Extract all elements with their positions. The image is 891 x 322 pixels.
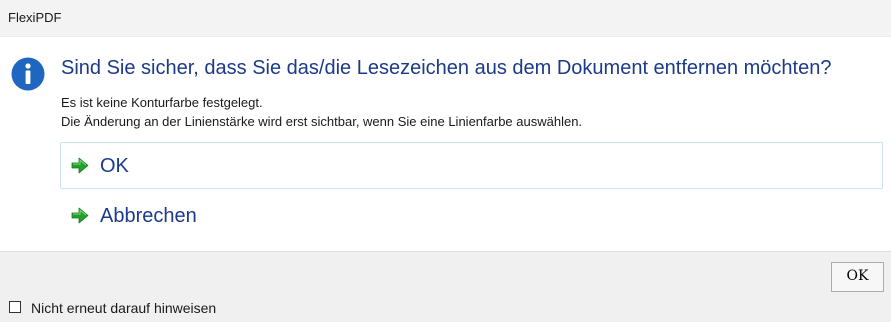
command-link-ok[interactable]: OK bbox=[60, 142, 883, 189]
dialog-footer: OK Nicht erneut darauf hinweisen bbox=[0, 251, 891, 322]
info-icon bbox=[11, 57, 45, 91]
main-instruction: Sind Sie sicher, dass Sie das/die Leseze… bbox=[61, 57, 832, 79]
ok-button[interactable]: OK bbox=[831, 262, 884, 292]
title-bar[interactable]: FlexiPDF bbox=[0, 0, 891, 37]
command-link-label: OK bbox=[100, 155, 129, 177]
green-arrow-icon bbox=[71, 207, 89, 224]
command-link-cancel[interactable]: Abbrechen bbox=[60, 192, 883, 239]
green-arrow-icon bbox=[71, 157, 89, 174]
dont-show-again-label[interactable]: Nicht erneut darauf hinweisen bbox=[31, 300, 216, 316]
content-line: Die Änderung an der Linienstärke wird er… bbox=[61, 114, 583, 129]
content-line: Es ist keine Konturfarbe festgelegt. bbox=[61, 95, 263, 110]
content-text: Es ist keine Konturfarbe festgelegt. Die… bbox=[61, 93, 582, 131]
dont-show-again-checkbox[interactable] bbox=[9, 301, 21, 313]
dialog-content: Sind Sie sicher, dass Sie das/die Leseze… bbox=[0, 37, 891, 251]
window-title: FlexiPDF bbox=[8, 10, 62, 25]
command-link-label: Abbrechen bbox=[100, 205, 197, 227]
